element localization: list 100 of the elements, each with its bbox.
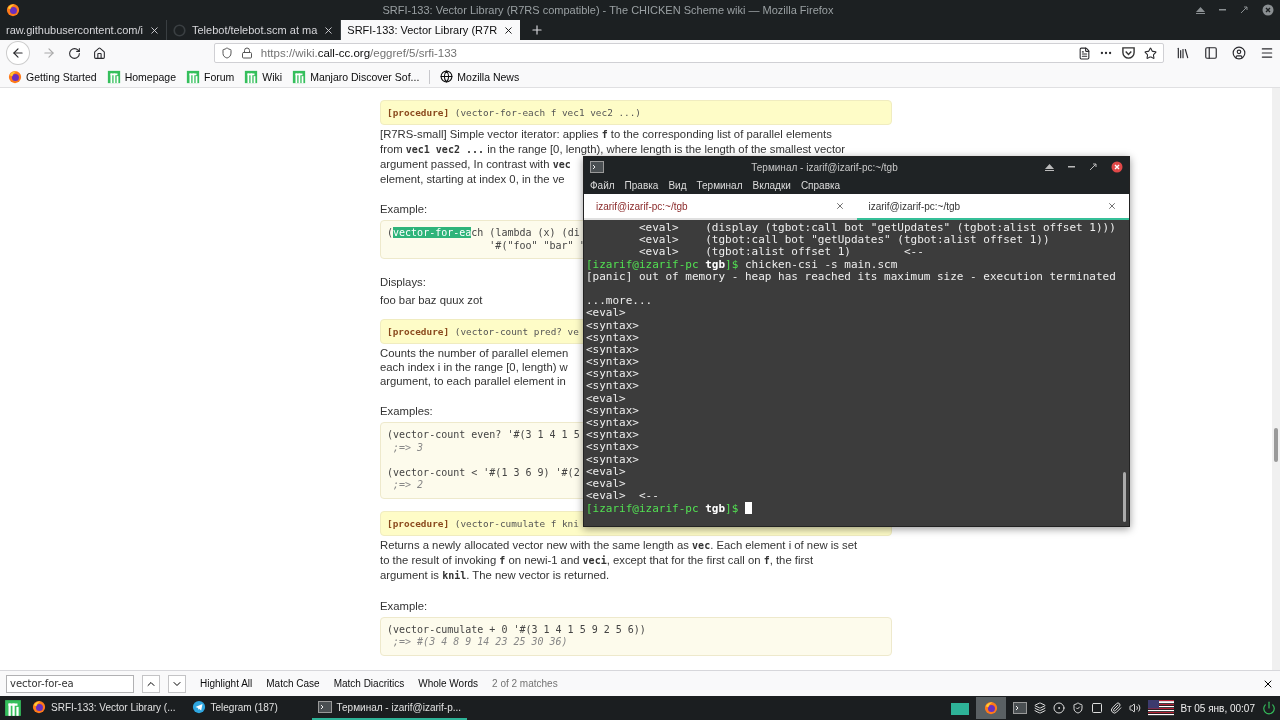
text-line: foo bar baz quux zot: [380, 293, 483, 307]
firefox-icon: [32, 700, 46, 714]
library-icon[interactable]: [1176, 46, 1190, 60]
previous-match-button[interactable]: [142, 674, 160, 693]
terminal-output: <syntax>: [586, 355, 639, 369]
url-text: https://wiki.call-cc.org/eggref/5/srfi-133: [260, 47, 458, 59]
globe-icon: [440, 70, 454, 83]
terminal-output: <eval>: [586, 476, 626, 490]
minimize-icon[interactable]: [1068, 166, 1075, 168]
terminal-output: <eval>: [586, 306, 626, 320]
text-line: argument, to each parallel element in: [380, 374, 566, 388]
find-option[interactable]: Match Diacritics: [333, 678, 405, 689]
scrollbar[interactable]: [1272, 88, 1280, 670]
firefox-icon: [983, 701, 998, 715]
command-text: chicken-csi -s main.scm: [744, 257, 898, 271]
close-icon[interactable]: [1111, 161, 1123, 173]
workspace-icon[interactable]: [950, 701, 969, 715]
account-icon[interactable]: [1232, 46, 1246, 60]
section-label: Example:: [380, 598, 428, 613]
find-option[interactable]: Whole Words: [418, 678, 479, 689]
terminal-output: ...more...: [586, 294, 653, 308]
section-label: Examples:: [380, 404, 433, 418]
terminal-output: <syntax>: [586, 403, 639, 417]
text-line: argument is knil. The new vector is returned.: [380, 567, 610, 583]
bookmark[interactable]: Mozilla News: [440, 70, 520, 83]
keep-above-icon[interactable]: [1045, 163, 1054, 171]
power-icon[interactable]: [1262, 701, 1276, 715]
find-option[interactable]: Match Case: [266, 678, 320, 689]
taskbar-task[interactable]: Telegram (187): [185, 696, 308, 720]
bookmark[interactable]: Wiki: [244, 69, 283, 84]
manjaro-icon: [106, 69, 121, 84]
shell-prompt: [izarif@izarif-pc tgb]$: [586, 257, 739, 271]
lock-icon[interactable]: [240, 47, 253, 59]
close-icon[interactable]: [323, 24, 335, 36]
taskbar-task[interactable]: Терминал - izarif@izarif-p...: [311, 696, 468, 720]
terminal-output: <syntax>: [586, 330, 639, 344]
flag-icon[interactable]: [1147, 700, 1174, 716]
bookmark[interactable]: Getting Started: [8, 69, 97, 84]
firefox-icon: [8, 69, 22, 84]
taskbar-task[interactable]: SRFI-133: Vector Library (...: [26, 696, 182, 720]
terminal-output: <eval>: [586, 464, 626, 478]
menu-icon[interactable]: [1260, 46, 1274, 60]
manjaro-icon: [186, 69, 200, 84]
terminal-output: <syntax>: [586, 452, 639, 466]
maximize-icon[interactable]: [1240, 6, 1248, 14]
terminal-output: <syntax>: [586, 318, 639, 332]
firefox-tray-button[interactable]: [975, 697, 1006, 719]
layers-icon[interactable]: [1033, 702, 1046, 714]
back-button[interactable]: [6, 41, 30, 65]
terminal-icon[interactable]: [1012, 702, 1027, 714]
shield-icon[interactable]: [1071, 702, 1084, 714]
menu-item[interactable]: Правка: [624, 180, 659, 191]
next-match-button[interactable]: [168, 674, 186, 693]
browser-tab[interactable]: SRFI-133: Vector Library (R7R: [341, 20, 521, 40]
new-tab-icon[interactable]: [530, 23, 545, 37]
home-icon[interactable]: [92, 46, 106, 60]
star-icon[interactable]: [1144, 46, 1157, 60]
menu-item[interactable]: Файл: [590, 180, 615, 191]
menu-item[interactable]: Терминал: [696, 180, 743, 191]
close-icon[interactable]: [503, 24, 515, 36]
terminal-tab[interactable]: izarif@izarif-pc:~/tgb: [584, 194, 857, 220]
terminal-tab[interactable]: izarif@izarif-pc:~/tgb: [856, 194, 1129, 220]
sidebar-icon[interactable]: [1204, 46, 1218, 60]
text-line: element, starting at index 0, in the ve: [380, 172, 565, 186]
reload-icon[interactable]: [67, 46, 81, 60]
keep-above-icon[interactable]: [1196, 6, 1205, 14]
record-icon[interactable]: [1052, 702, 1065, 714]
text-line: each index i in the range [0, length) w: [380, 360, 568, 374]
shield-icon[interactable]: [220, 47, 233, 59]
bookmark[interactable]: Manjaro Discover Sof...: [292, 69, 420, 84]
text-line: argument passed, In contrast with vec: [380, 157, 571, 172]
find-field[interactable]: vector-for-ea: [6, 674, 134, 693]
bookmark[interactable]: Homepage: [106, 69, 176, 84]
find-option[interactable]: Highlight All: [200, 678, 253, 689]
close-icon[interactable]: [148, 24, 160, 36]
section-label: Example:: [380, 202, 428, 216]
reader-view-icon[interactable]: [1078, 46, 1091, 60]
section-label: Displays:: [380, 275, 426, 289]
pocket-icon[interactable]: [1121, 46, 1136, 60]
match-count: 2 of 2 matches: [492, 678, 558, 689]
scrollbar[interactable]: [1121, 222, 1129, 526]
paperclip-icon[interactable]: [1109, 702, 1122, 714]
terminal-output: <syntax>: [586, 428, 639, 442]
arrow-left-icon: [10, 46, 25, 60]
text-line: to the result of invoking f on newi-1 and veci, except that for the first call on f, the first: [380, 552, 814, 568]
terminal-icon: [590, 161, 604, 173]
text-line: Counts the number of parallel elemen: [380, 346, 569, 360]
window-title: SRFI-133: Vector Library (R7RS compatible) - The CHICKEN Scheme wiki — Mozilla Firefox: [381, 4, 835, 16]
telegram-icon: [191, 700, 206, 714]
window-icon[interactable]: [1090, 702, 1103, 714]
volume-icon[interactable]: [1128, 702, 1141, 714]
terminal-title: Терминал - izarif@izarif-pc:~/tgb: [750, 161, 899, 173]
bookmark[interactable]: Forum: [186, 69, 235, 84]
menu-launcher-icon[interactable]: [4, 699, 22, 717]
menu-item[interactable]: Справка: [800, 180, 841, 191]
maximize-icon[interactable]: [1089, 163, 1097, 171]
menu-item[interactable]: Вкладки: [752, 180, 791, 191]
menu-item[interactable]: Вид: [668, 180, 687, 191]
terminal-output: [panic] out of memory - heap has reached its maximum size - execution terminated: [586, 269, 1116, 283]
url-field[interactable]: https://wiki.call-cc.org/eggref/5/srfi-133: [213, 43, 1164, 63]
